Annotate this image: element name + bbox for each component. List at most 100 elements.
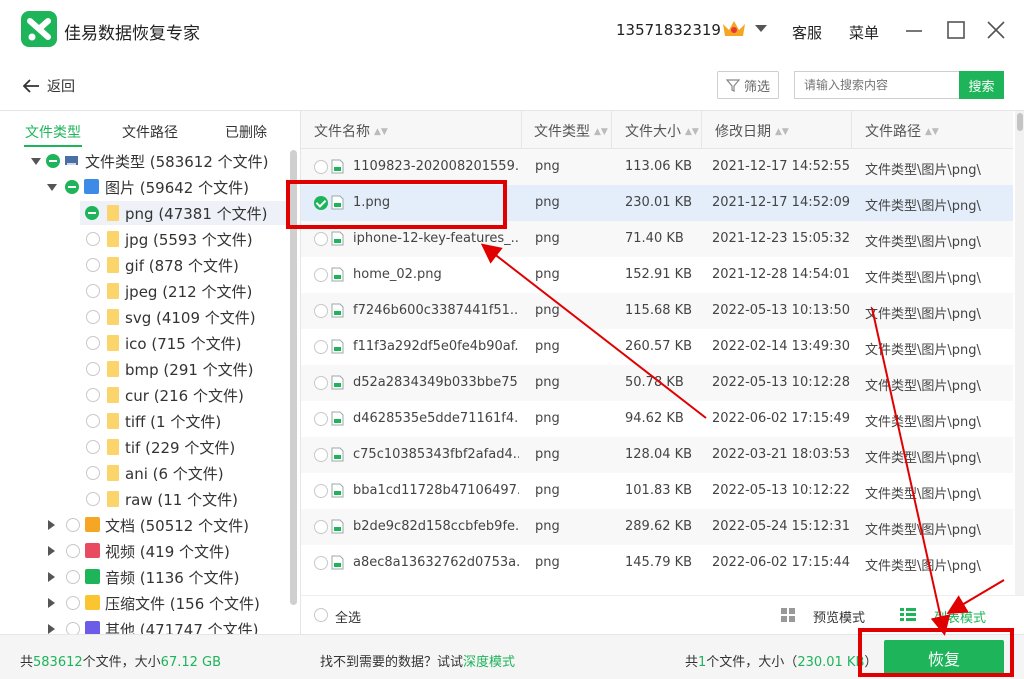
row-checkbox[interactable] <box>314 556 328 570</box>
row-checkbox[interactable] <box>314 520 328 534</box>
tree-node-audio[interactable]: 音频 (1136 个文件) <box>0 564 288 590</box>
list-mode-button[interactable]: 列表模式 <box>934 607 986 626</box>
tree-checkbox[interactable] <box>86 258 100 272</box>
row-checkbox[interactable] <box>314 376 328 390</box>
expand-arrow-icon[interactable] <box>48 598 55 608</box>
search-button[interactable]: 搜索 <box>959 71 1004 99</box>
deep-mode-link[interactable]: 深度模式 <box>463 655 515 670</box>
column-header-size[interactable]: 文件大小 ▲▼ <box>625 121 699 141</box>
tree-checkbox[interactable] <box>66 570 80 584</box>
tree-scrollbar[interactable] <box>290 150 297 605</box>
table-row[interactable]: 1109823-202008201559... png 113.06 KB 2021-… <box>301 149 1013 185</box>
table-row[interactable]: bba1cd11728b47106497... png 101.83 KB 2022-… <box>301 473 1013 509</box>
tree-checkbox[interactable] <box>86 310 100 324</box>
tree-node-all-types[interactable]: 文件类型 (583612 个文件) <box>0 148 288 174</box>
expand-arrow-icon[interactable] <box>48 572 55 582</box>
tree-checkbox[interactable] <box>65 180 79 194</box>
expand-arrow-icon[interactable] <box>48 520 55 530</box>
select-all-checkbox[interactable] <box>314 608 328 622</box>
tree-node-gif[interactable]: gif (878 个文件) <box>0 252 288 278</box>
tree-checkbox[interactable] <box>86 492 100 506</box>
expand-arrow-icon[interactable] <box>48 624 55 634</box>
maximize-icon[interactable] <box>946 20 966 40</box>
table-row[interactable]: iphone-12-key-features_... png 71.40 KB 202… <box>301 221 1013 257</box>
table-row[interactable]: a8ec8a13632762d0753a... png 145.79 KB 2022-… <box>301 545 1013 581</box>
tree-node-ani[interactable]: ani (6 个文件) <box>0 460 288 486</box>
tree-checkbox[interactable] <box>85 206 99 220</box>
minimize-icon[interactable] <box>904 20 924 40</box>
list-mode-icon[interactable] <box>900 607 916 627</box>
table-row[interactable]: 1.png png 230.01 KB 2021-12-17 14:52:09 文件类型… <box>301 185 1013 221</box>
tree-checkbox[interactable] <box>86 466 100 480</box>
tree-checkbox[interactable] <box>86 232 100 246</box>
table-row[interactable]: d52a2834349b033bbe75... png 50.78 KB 2022-0… <box>301 365 1013 401</box>
row-checkbox[interactable] <box>314 304 328 318</box>
tree-node-ico[interactable]: ico (715 个文件) <box>0 330 288 356</box>
column-header-type[interactable]: 文件类型 ▲▼ <box>534 121 608 141</box>
tab-file-type[interactable]: 文件类型 <box>25 122 81 142</box>
back-button[interactable]: 返回 <box>21 76 75 96</box>
tree-checkbox[interactable] <box>66 622 80 634</box>
table-row[interactable]: d4628535e5dde71161f4... png 94.62 KB 2022-0… <box>301 401 1013 437</box>
row-checkbox[interactable] <box>314 232 328 246</box>
table-scrollbar-track[interactable] <box>1015 111 1024 595</box>
tree-checkbox[interactable] <box>86 440 100 454</box>
table-row[interactable]: home_02.png png 152.91 KB 2021-12-28 14:54:… <box>301 257 1013 293</box>
tree-node-archives[interactable]: 压缩文件 (156 个文件) <box>0 590 288 616</box>
tree-node-images[interactable]: 图片 (59642 个文件) <box>0 174 288 200</box>
select-all-label[interactable]: 全选 <box>335 607 361 626</box>
expand-arrow-icon[interactable] <box>47 184 57 191</box>
row-checkbox[interactable] <box>314 412 328 426</box>
tree-node-svg[interactable]: svg (4109 个文件) <box>0 304 288 330</box>
tree-checkbox[interactable] <box>86 388 100 402</box>
tree-checkbox[interactable] <box>46 154 60 168</box>
tree-checkbox[interactable] <box>66 518 80 532</box>
column-header-date[interactable]: 修改日期 ▲▼ <box>715 121 789 141</box>
tree-node-jpg[interactable]: jpg (5593 个文件) <box>0 226 288 252</box>
recover-button[interactable]: 恢复 <box>884 640 1004 676</box>
tree-node-png[interactable]: png (47381 个文件) <box>0 200 288 226</box>
column-header-path[interactable]: 文件路径 ▲▼ <box>865 121 939 141</box>
table-scrollbar-thumb[interactable] <box>1017 113 1023 131</box>
close-icon[interactable] <box>986 20 1006 40</box>
account-phone[interactable]: 13571832319 <box>616 21 721 39</box>
row-checkbox[interactable] <box>314 340 328 354</box>
tree-node-cur[interactable]: cur (216 个文件) <box>0 382 288 408</box>
menu-button[interactable]: 菜单 <box>849 22 879 43</box>
filter-button[interactable]: 筛选 <box>717 71 779 99</box>
tree-checkbox[interactable] <box>66 544 80 558</box>
search-input[interactable] <box>794 71 960 99</box>
expand-arrow-icon[interactable] <box>48 546 55 556</box>
preview-mode-icon[interactable] <box>781 608 795 626</box>
tree-node-bmp[interactable]: bmp (291 个文件) <box>0 356 288 382</box>
tree-node-documents[interactable]: 文档 (50512 个文件) <box>0 512 288 538</box>
service-button[interactable]: 客服 <box>792 22 822 43</box>
table-row[interactable]: f7246b600c3387441f51... png 115.68 KB 2022-… <box>301 293 1013 329</box>
tree-node-jpeg[interactable]: jpeg (212 个文件) <box>0 278 288 304</box>
table-row[interactable]: c75c10385343fbf2afad4... png 128.04 KB 2022… <box>301 437 1013 473</box>
tree-checkbox[interactable] <box>86 284 100 298</box>
row-checkbox[interactable] <box>314 196 328 210</box>
tree-checkbox[interactable] <box>86 336 100 350</box>
expand-arrow-icon[interactable] <box>31 158 41 165</box>
tree-node-raw[interactable]: raw (11 个文件) <box>0 486 288 512</box>
tree-checkbox[interactable] <box>86 414 100 428</box>
account-dropdown-icon[interactable] <box>755 25 767 32</box>
table-row[interactable]: b2de9c82d158ccbfeb9fe... png 289.62 KB 2022… <box>301 509 1013 545</box>
tab-file-path[interactable]: 文件路径 <box>122 122 178 142</box>
tree-node-other[interactable]: 其他 (471747 个文件) <box>0 616 288 634</box>
row-checkbox[interactable] <box>314 160 328 174</box>
tree-checkbox[interactable] <box>66 596 80 610</box>
column-header-name[interactable]: 文件名称 ▲▼ <box>314 121 388 141</box>
preview-mode-button[interactable]: 预览模式 <box>813 607 865 626</box>
tree-node-tif[interactable]: tif (229 个文件) <box>0 434 288 460</box>
tab-deleted[interactable]: 已删除 <box>225 122 267 142</box>
tree-node-tiff[interactable]: tiff (1 个文件) <box>0 408 288 434</box>
tree-checkbox[interactable] <box>86 362 100 376</box>
cell-name: b2de9c82d158ccbfeb9fe... <box>353 519 519 534</box>
row-checkbox[interactable] <box>314 484 328 498</box>
row-checkbox[interactable] <box>314 448 328 462</box>
table-row[interactable]: f11f3a292df5e0fe4b90af... png 260.57 KB 202… <box>301 329 1013 365</box>
row-checkbox[interactable] <box>314 268 328 282</box>
tree-node-videos[interactable]: 视频 (419 个文件) <box>0 538 288 564</box>
